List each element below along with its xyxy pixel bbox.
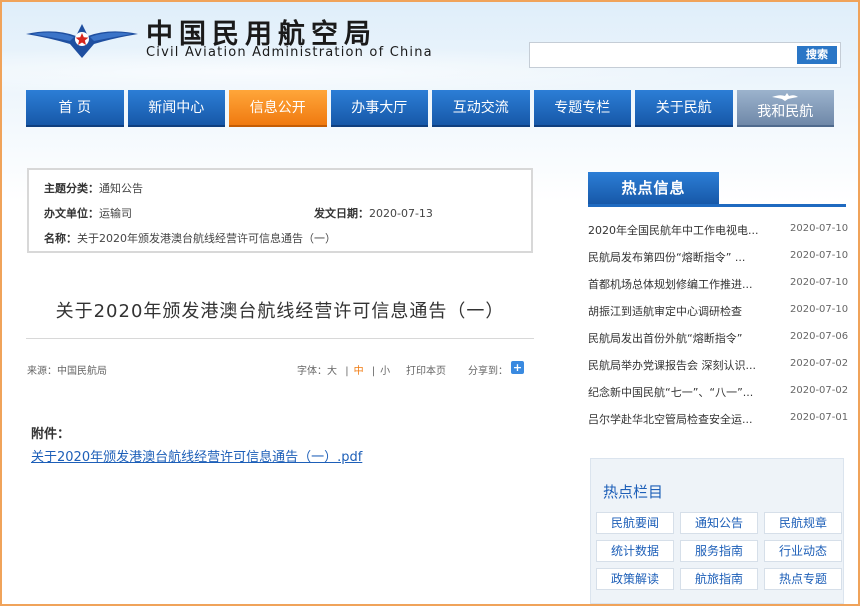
column-link-policy-interpretation[interactable]: 政策解读 <box>596 568 674 590</box>
font-size-medium-button[interactable]: 中 <box>354 366 364 377</box>
nav-item-home[interactable]: 首 页 <box>26 90 124 127</box>
nav-item-me-and-aviation[interactable]: 我和民航 <box>736 90 834 127</box>
column-link-hot-topics[interactable]: 热点专题 <box>764 568 842 590</box>
hot-item-date: 2020-07-10 <box>790 277 849 288</box>
hot-columns-heading: 热点栏目 <box>603 483 664 501</box>
main-nav: 首 页 新闻中心 信息公开 办事大厅 互动交流 专题专栏 关于民航 我和民航 <box>26 90 834 127</box>
hot-columns-grid: 民航要闻 通知公告 民航规章 统计数据 服务指南 行业动态 政策解读 航旅指南 … <box>596 512 842 590</box>
hot-item-title[interactable]: 2020年全国民航年中工作电视电... <box>588 222 764 238</box>
meta-date-label: 发文日期： <box>314 207 369 220</box>
caac-logo-icon <box>26 24 138 58</box>
article-source: 来源：中国民航局 <box>27 366 107 377</box>
article-title: 关于2020年颁发港澳台航线经营许可信息通告（一） <box>55 301 505 322</box>
hot-info-divider <box>588 204 846 207</box>
hot-item-title[interactable]: 首都机场总体规划修编工作推进... <box>588 276 764 292</box>
nav-item-info-disclosure[interactable]: 信息公开 <box>229 90 327 127</box>
list-item[interactable]: 纪念新中国民航“七一”、“八一”... 2020-07-02 <box>588 378 849 405</box>
share-plus-icon[interactable]: + <box>511 361 524 374</box>
hot-info-list: 2020年全国民航年中工作电视电... 2020-07-10 民航局发布第四份“熔… <box>588 216 849 432</box>
column-link-notices[interactable]: 通知公告 <box>680 512 758 534</box>
font-size-controls: 字体：大 | 中 | 小 <box>297 362 390 377</box>
search-input[interactable] <box>532 45 794 65</box>
font-size-label: 字体： <box>297 366 327 377</box>
nav-item-me-and-aviation-label: 我和民航 <box>757 104 814 120</box>
list-item[interactable]: 吕尔学赴华北空管局检查安全运... 2020-07-01 <box>588 405 849 432</box>
hot-item-date: 2020-07-06 <box>790 331 849 342</box>
font-size-separator: | <box>345 366 349 377</box>
title-divider <box>26 338 534 339</box>
hot-item-date: 2020-07-10 <box>790 250 849 261</box>
meta-office-label: 办文单位： <box>44 207 99 220</box>
plane-icon <box>772 93 799 101</box>
hot-item-title[interactable]: 纪念新中国民航“七一”、“八一”... <box>588 384 764 400</box>
nav-item-interaction[interactable]: 互动交流 <box>432 90 530 127</box>
column-link-service-guide[interactable]: 服务指南 <box>680 540 758 562</box>
meta-category: 主题分类：通知公告 <box>44 180 143 196</box>
search-box: 搜索 <box>529 42 841 68</box>
hot-item-title[interactable]: 吕尔学赴华北空管局检查安全运... <box>588 411 764 427</box>
meta-date: 发文日期：2020-07-13 <box>314 205 433 221</box>
meta-office: 办文单位：运输司 <box>44 205 132 221</box>
hot-item-date: 2020-07-10 <box>790 223 849 234</box>
site-title-english: Civil Aviation Administration of China <box>146 45 433 60</box>
hot-item-date: 2020-07-02 <box>790 385 849 396</box>
list-item[interactable]: 民航局举办党课报告会 深刻认识... 2020-07-02 <box>588 351 849 378</box>
print-page-link[interactable]: 打印本页 <box>406 362 446 377</box>
font-size-large-button[interactable]: 大 <box>327 366 337 377</box>
share-label: 分享到： <box>468 366 508 377</box>
column-link-industry-news[interactable]: 行业动态 <box>764 540 842 562</box>
list-item[interactable]: 首都机场总体规划修编工作推进... 2020-07-10 <box>588 270 849 297</box>
font-size-small-button[interactable]: 小 <box>380 366 390 377</box>
search-button[interactable]: 搜索 <box>797 46 837 64</box>
list-item[interactable]: 2020年全国民航年中工作电视电... 2020-07-10 <box>588 216 849 243</box>
meta-name-value: 关于2020年颁发港澳台航线经营许可信息通告（一） <box>77 232 336 245</box>
meta-name: 名称：关于2020年颁发港澳台航线经营许可信息通告（一） <box>44 230 336 246</box>
column-link-statistics[interactable]: 统计数据 <box>596 540 674 562</box>
column-link-aviation-news[interactable]: 民航要闻 <box>596 512 674 534</box>
hot-item-title[interactable]: 民航局发布第四份“熔断指令” ... <box>588 249 764 265</box>
nav-item-service-hall[interactable]: 办事大厅 <box>330 90 428 127</box>
nav-item-special-topics[interactable]: 专题专栏 <box>533 90 631 127</box>
hot-columns-panel: 热点栏目 民航要闻 通知公告 民航规章 统计数据 服务指南 行业动态 政策解读 … <box>590 458 844 604</box>
list-item[interactable]: 胡振江到适航审定中心调研检查 2020-07-10 <box>588 297 849 324</box>
hot-info-heading: 热点信息 <box>588 172 719 204</box>
hot-item-title[interactable]: 民航局举办党课报告会 深刻认识... <box>588 357 764 373</box>
meta-office-value: 运输司 <box>99 207 132 220</box>
nav-item-news[interactable]: 新闻中心 <box>127 90 225 127</box>
hot-item-date: 2020-07-02 <box>790 358 849 369</box>
hot-item-title[interactable]: 胡振江到适航审定中心调研检查 <box>588 303 764 319</box>
column-link-regulations[interactable]: 民航规章 <box>764 512 842 534</box>
hot-item-date: 2020-07-10 <box>790 304 849 315</box>
meta-name-label: 名称： <box>44 232 77 245</box>
hot-item-date: 2020-07-01 <box>790 412 849 423</box>
meta-category-label: 主题分类： <box>44 182 99 195</box>
hot-item-title[interactable]: 民航局发出首份外航“熔断指令” <box>588 330 764 346</box>
font-size-separator: | <box>371 366 376 377</box>
meta-date-value: 2020-07-13 <box>369 207 433 220</box>
attachment-pdf-link[interactable]: 关于2020年颁发港澳台航线经营许可信息通告（一）.pdf <box>31 446 362 465</box>
attachment-label: 附件： <box>31 427 71 442</box>
nav-item-about[interactable]: 关于民航 <box>635 90 733 127</box>
list-item[interactable]: 民航局发出首份外航“熔断指令” 2020-07-06 <box>588 324 849 351</box>
list-item[interactable]: 民航局发布第四份“熔断指令” ... 2020-07-10 <box>588 243 849 270</box>
document-meta-box: 主题分类：通知公告 办文单位：运输司 发文日期：2020-07-13 名称：关于… <box>27 168 533 253</box>
column-link-travel-guide[interactable]: 航旅指南 <box>680 568 758 590</box>
meta-category-value: 通知公告 <box>99 182 143 195</box>
